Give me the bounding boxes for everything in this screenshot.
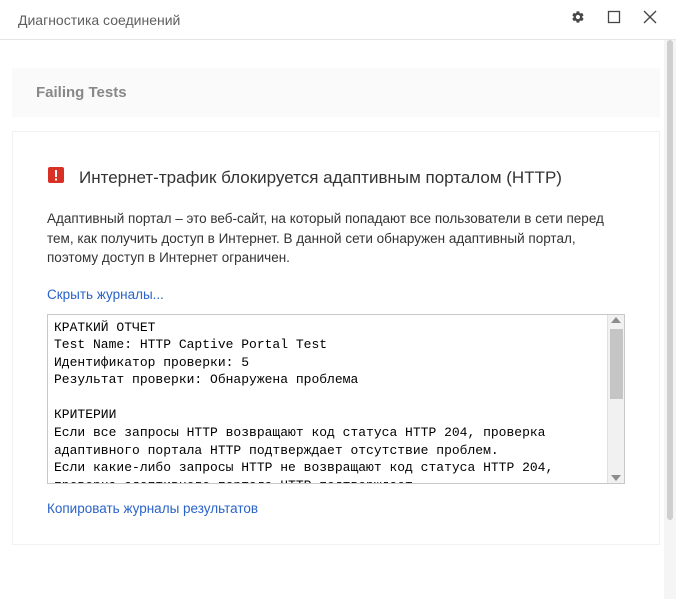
section-header: Failing Tests xyxy=(12,68,660,117)
titlebar: Диагностика соединений xyxy=(0,0,676,40)
square-icon xyxy=(607,10,621,29)
card-title: Интернет-трафик блокируется адаптивным п… xyxy=(79,168,562,188)
copy-logs-link[interactable]: Копировать журналы результатов xyxy=(47,501,258,516)
hide-logs-link[interactable]: Скрыть журналы... xyxy=(47,287,164,302)
log-text[interactable]: КРАТКИЙ ОТЧЕТ Test Name: HTTP Captive Po… xyxy=(48,315,607,483)
settings-button[interactable] xyxy=(560,2,596,38)
card-description: Адаптивный портал – это веб-сайт, на кот… xyxy=(47,209,625,268)
alert-icon xyxy=(47,166,65,189)
window-title: Диагностика соединений xyxy=(18,12,560,28)
content-area: Failing Tests Интернет-трафик блокируетс… xyxy=(0,40,676,599)
gear-icon xyxy=(571,10,585,29)
card-heading: Интернет-трафик блокируется адаптивным п… xyxy=(47,166,625,189)
diagnostic-card: Интернет-трафик блокируется адаптивным п… xyxy=(12,131,660,545)
page-scrollbar-thumb[interactable] xyxy=(667,40,673,520)
close-button[interactable] xyxy=(632,2,668,38)
close-icon xyxy=(643,10,657,29)
log-scrollbar[interactable] xyxy=(607,315,624,483)
maximize-button[interactable] xyxy=(596,2,632,38)
page-scrollbar[interactable] xyxy=(664,40,676,599)
log-box: КРАТКИЙ ОТЧЕТ Test Name: HTTP Captive Po… xyxy=(47,314,625,484)
log-scrollbar-thumb[interactable] xyxy=(610,329,623,399)
